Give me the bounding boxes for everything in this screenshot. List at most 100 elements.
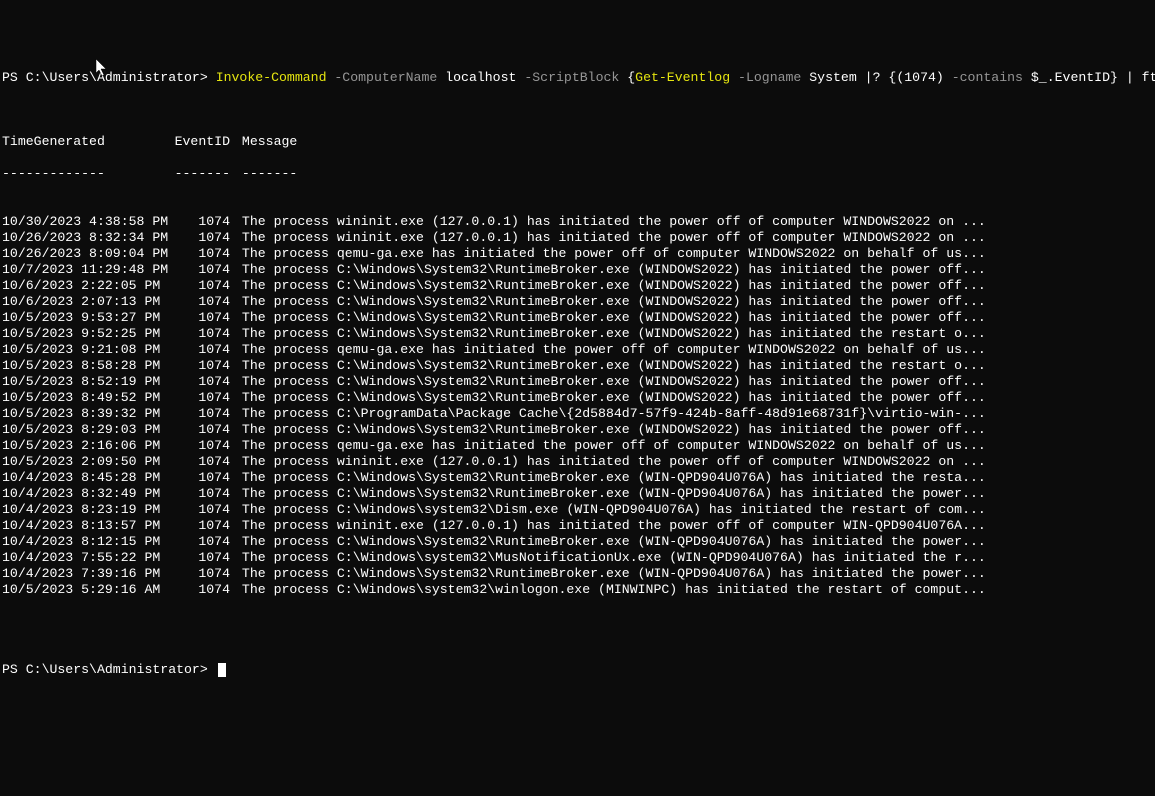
command-line: PS C:\Users\Administrator> Invoke-Comman… bbox=[2, 70, 1153, 86]
brace-open: { bbox=[627, 70, 635, 85]
cell-eventid: 1074 bbox=[170, 422, 234, 438]
cell-message: The process C:\Windows\System32\RuntimeB… bbox=[242, 422, 986, 438]
table-row: 10/5/2023 8:49:52 PM1074 The process C:\… bbox=[2, 390, 1153, 406]
cell-eventid: 1074 bbox=[170, 390, 234, 406]
filter-contains: -contains bbox=[944, 70, 1031, 85]
header-message: Message bbox=[242, 134, 297, 150]
arg-system: System bbox=[809, 70, 864, 85]
cell-time: 10/4/2023 8:12:15 PM bbox=[2, 534, 170, 550]
cell-message: The process C:\Windows\System32\RuntimeB… bbox=[242, 310, 986, 326]
table-row: 10/5/2023 2:16:06 PM1074 The process qem… bbox=[2, 438, 1153, 454]
prompt-line[interactable]: PS C:\Users\Administrator> bbox=[2, 662, 1153, 678]
prompt-text: PS C:\Users\Administrator> bbox=[2, 662, 208, 677]
table-row: 10/30/2023 4:38:58 PM1074 The process wi… bbox=[2, 214, 1153, 230]
cell-message: The process C:\Windows\System32\RuntimeB… bbox=[242, 470, 986, 486]
cell-message: The process C:\ProgramData\Package Cache… bbox=[242, 406, 986, 422]
table-row: 10/5/2023 8:52:19 PM1074 The process C:\… bbox=[2, 374, 1153, 390]
table-row: 10/5/2023 8:58:28 PM1074 The process C:\… bbox=[2, 358, 1153, 374]
cell-time: 10/30/2023 4:38:58 PM bbox=[2, 214, 170, 230]
cell-eventid: 1074 bbox=[170, 310, 234, 326]
pipe-where: |? { bbox=[865, 70, 897, 85]
cell-eventid: 1074 bbox=[170, 358, 234, 374]
cell-message: The process C:\Windows\System32\RuntimeB… bbox=[242, 326, 986, 342]
cell-message: The process qemu-ga.exe has initiated th… bbox=[242, 438, 986, 454]
table-row: 10/5/2023 9:21:08 PM1074 The process qem… bbox=[2, 342, 1153, 358]
cell-eventid: 1074 bbox=[170, 262, 234, 278]
cell-time: 10/6/2023 2:07:13 PM bbox=[2, 294, 170, 310]
table-row: 10/5/2023 2:09:50 PM1074 The process win… bbox=[2, 454, 1153, 470]
cell-time: 10/5/2023 2:09:50 PM bbox=[2, 454, 170, 470]
table-row: 10/7/2023 11:29:48 PM1074 The process C:… bbox=[2, 262, 1153, 278]
cell-time: 10/4/2023 7:55:22 PM bbox=[2, 550, 170, 566]
filter-number: (1074) bbox=[896, 70, 943, 85]
table-row: 10/4/2023 8:32:49 PM1074 The process C:\… bbox=[2, 486, 1153, 502]
cell-eventid: 1074 bbox=[170, 406, 234, 422]
header-eventid: EventID bbox=[170, 134, 234, 150]
table-row: 10/26/2023 8:32:34 PM1074 The process wi… bbox=[2, 230, 1153, 246]
table-row: 10/4/2023 8:45:28 PM1074 The process C:\… bbox=[2, 470, 1153, 486]
cell-time: 10/7/2023 11:29:48 PM bbox=[2, 262, 170, 278]
cell-message: The process C:\Windows\system32\winlogon… bbox=[242, 582, 986, 598]
cell-time: 10/26/2023 8:09:04 PM bbox=[2, 246, 170, 262]
cell-message: The process qemu-ga.exe has initiated th… bbox=[242, 342, 986, 358]
cell-eventid: 1074 bbox=[170, 486, 234, 502]
cell-eventid: 1074 bbox=[170, 566, 234, 582]
cell-eventid: 1074 bbox=[170, 342, 234, 358]
cell-time: 10/26/2023 8:32:34 PM bbox=[2, 230, 170, 246]
cell-time: 10/5/2023 9:53:27 PM bbox=[2, 310, 170, 326]
table-row: 10/4/2023 7:55:22 PM1074 The process C:\… bbox=[2, 550, 1153, 566]
table-row: 10/6/2023 2:22:05 PM1074 The process C:\… bbox=[2, 278, 1153, 294]
cell-message: The process C:\Windows\System32\RuntimeB… bbox=[242, 534, 986, 550]
cell-eventid: 1074 bbox=[170, 502, 234, 518]
cell-message: The process wininit.exe (127.0.0.1) has … bbox=[242, 454, 986, 470]
cell-message: The process C:\Windows\System32\RuntimeB… bbox=[242, 486, 986, 502]
pipeline-var: $_ bbox=[1031, 70, 1047, 85]
param-logname: -Logname bbox=[730, 70, 809, 85]
cell-message: The process C:\Windows\system32\MusNotif… bbox=[242, 550, 986, 566]
cell-message: The process C:\Windows\system32\Dism.exe… bbox=[242, 502, 986, 518]
cell-message: The process wininit.exe (127.0.0.1) has … bbox=[242, 230, 986, 246]
cell-time: 10/5/2023 9:21:08 PM bbox=[2, 342, 170, 358]
filter-prop: .EventID} bbox=[1047, 70, 1126, 85]
cmdlet-invoke: Invoke-Command bbox=[216, 70, 327, 85]
table-header: TimeGeneratedEventID Message bbox=[2, 134, 1153, 150]
cell-message: The process C:\Windows\System32\RuntimeB… bbox=[242, 278, 986, 294]
cell-time: 10/5/2023 8:39:32 PM bbox=[2, 406, 170, 422]
cell-eventid: 1074 bbox=[170, 214, 234, 230]
cell-message: The process C:\Windows\System32\RuntimeB… bbox=[242, 262, 986, 278]
cell-message: The process C:\Windows\System32\RuntimeB… bbox=[242, 390, 986, 406]
cell-time: 10/4/2023 8:32:49 PM bbox=[2, 486, 170, 502]
arg-localhost: localhost bbox=[445, 70, 516, 85]
pipe-ft: | ft bbox=[1126, 70, 1155, 85]
cell-time: 10/5/2023 8:29:03 PM bbox=[2, 422, 170, 438]
header-time: TimeGenerated bbox=[2, 134, 170, 150]
cell-time: 10/5/2023 2:16:06 PM bbox=[2, 438, 170, 454]
table-body: 10/30/2023 4:38:58 PM1074 The process wi… bbox=[2, 214, 1153, 598]
table-row: 10/5/2023 9:53:27 PM1074 The process C:\… bbox=[2, 310, 1153, 326]
table-row: 10/26/2023 8:09:04 PM1074 The process qe… bbox=[2, 246, 1153, 262]
cell-message: The process C:\Windows\System32\RuntimeB… bbox=[242, 374, 986, 390]
table-row: 10/4/2023 8:12:15 PM1074 The process C:\… bbox=[2, 534, 1153, 550]
table-row: 10/4/2023 8:23:19 PM1074 The process C:\… bbox=[2, 502, 1153, 518]
table-row: 10/6/2023 2:07:13 PM1074 The process C:\… bbox=[2, 294, 1153, 310]
text-cursor bbox=[218, 663, 226, 677]
cell-time: 10/5/2023 8:49:52 PM bbox=[2, 390, 170, 406]
cell-time: 10/5/2023 8:52:19 PM bbox=[2, 374, 170, 390]
cell-eventid: 1074 bbox=[170, 550, 234, 566]
table-row: 10/5/2023 5:29:16 AM1074 The process C:\… bbox=[2, 582, 1153, 598]
cell-time: 10/5/2023 9:52:25 PM bbox=[2, 326, 170, 342]
cell-eventid: 1074 bbox=[170, 374, 234, 390]
cell-eventid: 1074 bbox=[170, 278, 234, 294]
cell-time: 10/5/2023 5:29:16 AM bbox=[2, 582, 170, 598]
cell-eventid: 1074 bbox=[170, 294, 234, 310]
cell-eventid: 1074 bbox=[170, 582, 234, 598]
cell-eventid: 1074 bbox=[170, 534, 234, 550]
cell-eventid: 1074 bbox=[170, 230, 234, 246]
param-scriptblock: -ScriptBlock bbox=[516, 70, 627, 85]
underline-time: ------------- bbox=[2, 166, 170, 182]
cell-time: 10/5/2023 8:58:28 PM bbox=[2, 358, 170, 374]
table-row: 10/5/2023 8:29:03 PM1074 The process C:\… bbox=[2, 422, 1153, 438]
cell-eventid: 1074 bbox=[170, 326, 234, 342]
underline-eventid: ------- bbox=[170, 166, 234, 182]
cell-eventid: 1074 bbox=[170, 454, 234, 470]
